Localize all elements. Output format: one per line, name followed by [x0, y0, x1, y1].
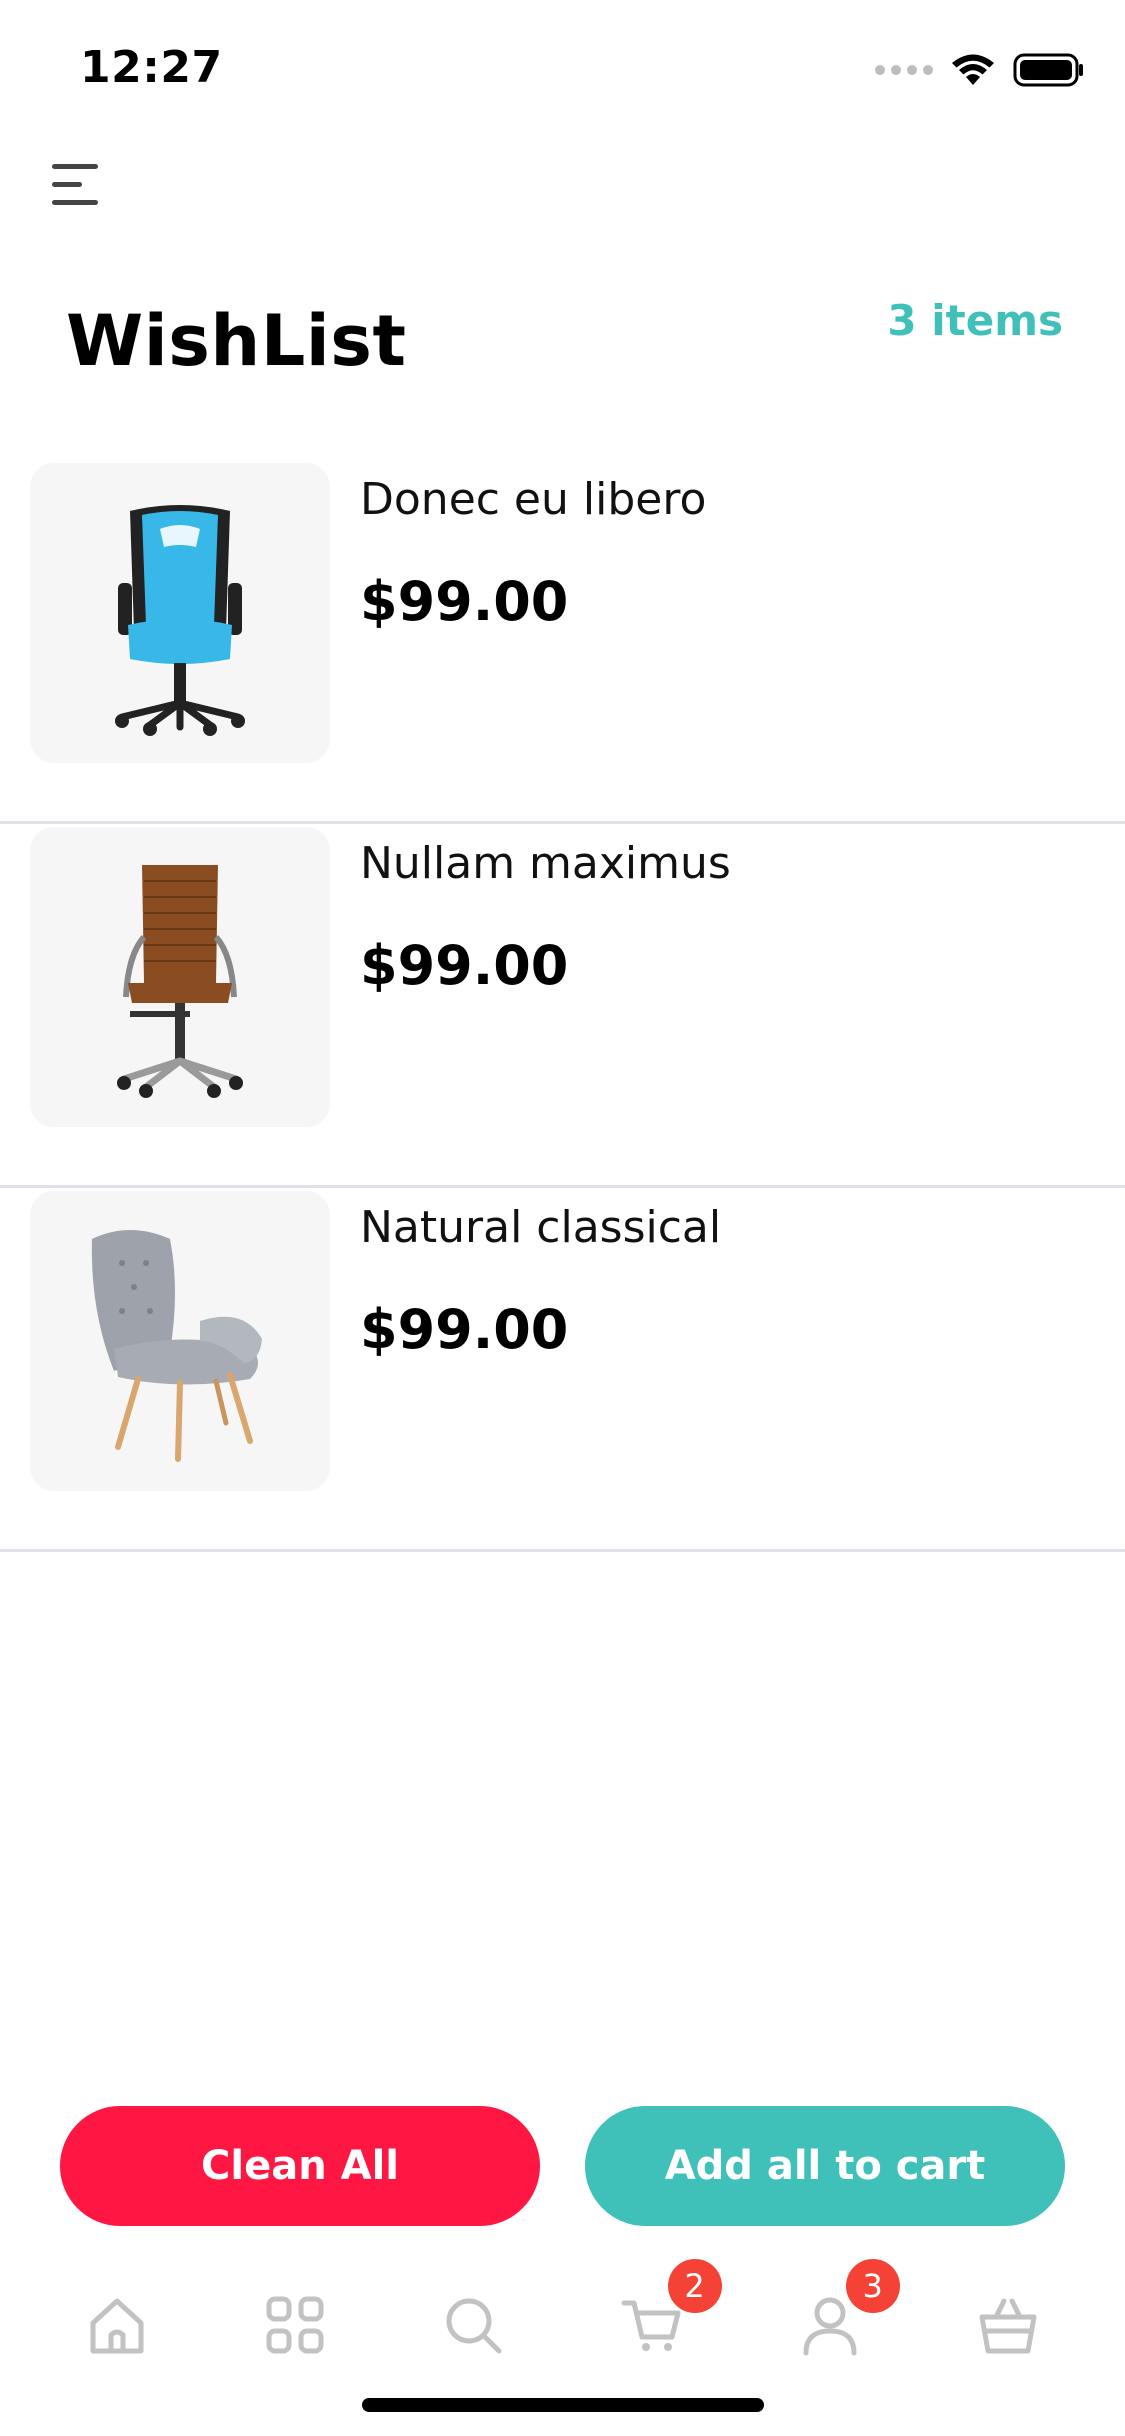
tab-basket[interactable] — [972, 2289, 1044, 2361]
tab-categories[interactable] — [259, 2289, 331, 2361]
tab-cart[interactable]: 2 — [616, 2259, 722, 2361]
search-icon — [446, 2298, 502, 2354]
office-chair-icon — [117, 865, 243, 1098]
product-image — [30, 827, 330, 1127]
tab-bar: 2 3 — [0, 2259, 1125, 2370]
tab-profile[interactable]: 3 — [794, 2259, 900, 2361]
profile-badge: 3 — [845, 2259, 900, 2313]
add-all-to-cart-button[interactable]: Add all to cart — [585, 2106, 1065, 2226]
wishlist: Donec eu libero $99.00 Nullam maximus $9… — [0, 460, 1125, 1552]
product-price: $99.00 — [360, 1298, 569, 1361]
basket-icon — [979, 2298, 1037, 2354]
product-name: Natural classical — [360, 1202, 722, 1253]
product-image — [30, 1191, 330, 1491]
product-name: Donec eu libero — [360, 474, 707, 525]
gaming-chair-icon — [115, 505, 245, 736]
grid-icon — [266, 2296, 324, 2354]
clean-all-button[interactable]: Clean All — [60, 2106, 540, 2226]
product-name: Nullam maximus — [360, 838, 731, 889]
product-image — [30, 463, 330, 763]
page-title: WishList — [66, 300, 407, 382]
tab-home[interactable] — [81, 2289, 153, 2361]
battery-icon — [1013, 53, 1083, 87]
tab-search[interactable] — [437, 2289, 509, 2361]
list-item[interactable]: Natural classical $99.00 — [0, 1188, 1125, 1552]
home-icon — [90, 2298, 144, 2354]
status-time: 12:27 — [80, 42, 223, 93]
home-indicator — [362, 2398, 764, 2412]
product-price: $99.00 — [360, 570, 569, 633]
menu-icon[interactable] — [48, 158, 108, 210]
wifi-icon — [952, 54, 994, 85]
armchair-icon — [91, 1230, 262, 1462]
list-item[interactable]: Donec eu libero $99.00 — [0, 460, 1125, 824]
product-price: $99.00 — [360, 934, 569, 997]
cellular-signal-icon — [875, 65, 933, 75]
status-indicators — [875, 50, 1085, 90]
status-bar: 12:27 — [0, 0, 1125, 132]
list-item[interactable]: Nullam maximus $99.00 — [0, 824, 1125, 1188]
cart-badge: 2 — [667, 2259, 722, 2313]
item-count: 3 items — [887, 296, 1063, 345]
